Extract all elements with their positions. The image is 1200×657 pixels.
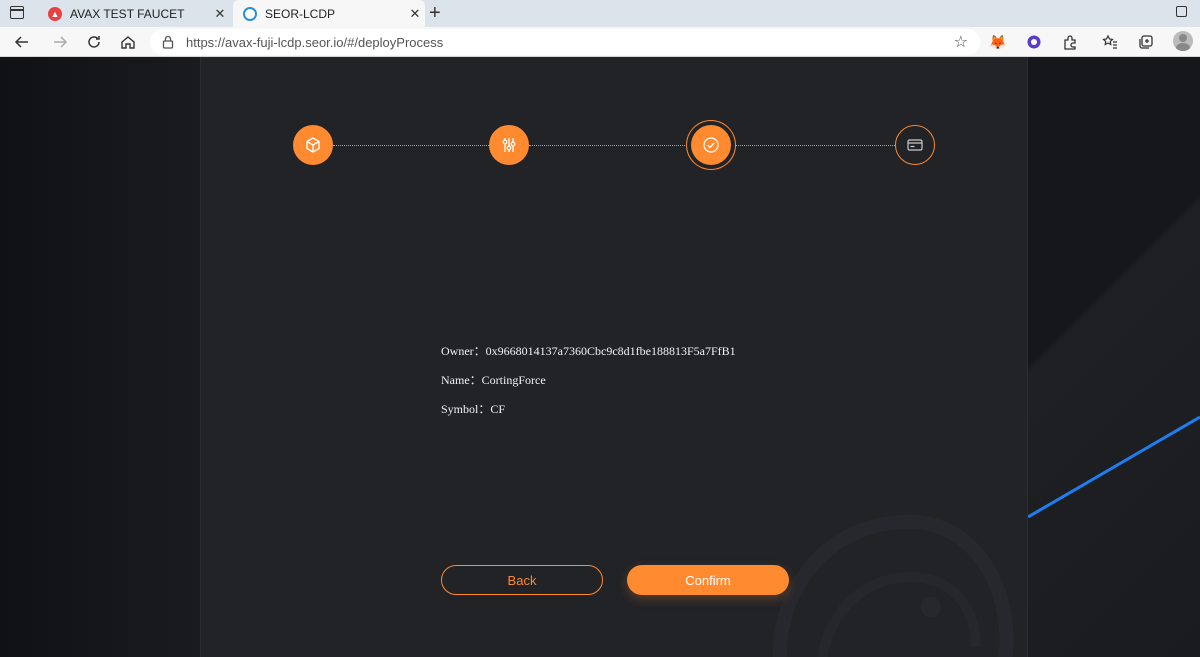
owner-row: Owner：0x9668014137a7360Cbc9c8d1fbe188813…: [441, 343, 736, 372]
tab-seor-lcdp[interactable]: SEOR-LCDP ✕: [233, 0, 425, 28]
progress-stepper: [201, 57, 1029, 197]
symbol-row: Symbol：CF: [441, 401, 736, 430]
extension-wallet-icon[interactable]: [1024, 32, 1044, 52]
tab-avax-faucet[interactable]: ▲ AVAX TEST FAUCET ✕: [38, 0, 230, 27]
collections-icon[interactable]: [1136, 32, 1156, 52]
step-4: [895, 125, 935, 165]
tab-title: SEOR-LCDP: [265, 7, 336, 21]
step-connector: [333, 145, 489, 146]
deployment-summary: Owner：0x9668014137a7360Cbc9c8d1fbe188813…: [441, 343, 736, 430]
step-1: [293, 125, 333, 165]
favorites-icon[interactable]: [1100, 32, 1120, 52]
browser-tab-bar: ▲ AVAX TEST FAUCET ✕ SEOR-LCDP ✕ +: [0, 0, 1200, 28]
page-viewport: Owner：0x9668014137a7360Cbc9c8d1fbe188813…: [0, 57, 1200, 657]
forward-arrow-icon[interactable]: [50, 32, 70, 52]
avax-icon: ▲: [48, 6, 62, 21]
back-button[interactable]: Back: [441, 565, 603, 595]
window-restore-icon[interactable]: [1176, 6, 1187, 17]
symbol-label: Symbol：: [441, 402, 491, 416]
browser-toolbar: https://avax-fuji-lcdp.seor.io/#/deployP…: [0, 27, 1200, 57]
favorite-star-icon[interactable]: ☆: [954, 32, 968, 52]
symbol-value: CF: [490, 402, 506, 416]
confirm-button[interactable]: Confirm: [627, 565, 789, 595]
decorative-blue-line: [1028, 415, 1200, 519]
background-left: [0, 57, 200, 657]
cube-icon: [306, 137, 320, 153]
step-2: [489, 125, 529, 165]
close-icon[interactable]: ✕: [210, 6, 230, 22]
back-arrow-icon[interactable]: [12, 32, 32, 52]
close-icon[interactable]: ✕: [405, 6, 425, 22]
home-icon[interactable]: [118, 32, 138, 52]
seor-icon: [243, 7, 257, 21]
step-connector: [529, 145, 685, 146]
step-connector: [731, 145, 895, 146]
address-bar[interactable]: https://avax-fuji-lcdp.seor.io/#/deployP…: [150, 29, 980, 55]
sliders-icon: [502, 138, 516, 152]
extensions-icon[interactable]: [1060, 32, 1080, 52]
tab-actions-icon[interactable]: [10, 6, 24, 19]
step-3: [691, 125, 731, 165]
new-tab-icon[interactable]: +: [429, 2, 441, 25]
metamask-icon[interactable]: 🦊: [988, 32, 1008, 52]
name-value: CortingForce: [481, 373, 546, 387]
card-icon: [907, 139, 923, 151]
owner-value: 0x9668014137a7360Cbc9c8d1fbe188813F5a7Ff…: [485, 344, 736, 358]
name-row: Name：CortingForce: [441, 372, 736, 401]
name-label: Name：: [441, 373, 482, 387]
url-text: https://avax-fuji-lcdp.seor.io/#/deployP…: [186, 35, 444, 50]
deploy-process-panel: Owner：0x9668014137a7360Cbc9c8d1fbe188813…: [200, 57, 1028, 657]
tab-title: AVAX TEST FAUCET: [70, 6, 185, 21]
bird-watermark-icon: [772, 514, 1014, 657]
lock-icon[interactable]: [162, 35, 174, 49]
profile-avatar[interactable]: [1173, 31, 1193, 51]
owner-label: Owner：: [441, 344, 486, 358]
refresh-icon[interactable]: [84, 32, 104, 52]
check-circle-icon: [703, 137, 719, 153]
